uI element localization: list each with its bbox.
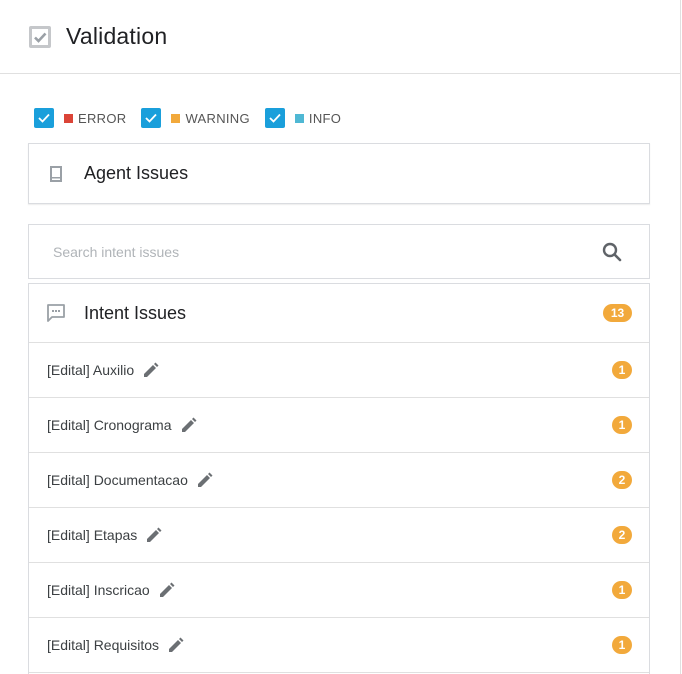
page-title: Validation [66, 23, 168, 49]
intent-name: [Edital] Cronograma [47, 417, 172, 433]
pencil-icon[interactable] [196, 471, 214, 489]
checkbox-icon [29, 25, 51, 48]
intent-issues-header[interactable]: Intent Issues 13 [29, 284, 649, 343]
check-icon [269, 113, 281, 123]
intent-issue-row[interactable]: [Edital] Cronograma 1 [29, 398, 649, 453]
filter-error[interactable]: ERROR [34, 108, 126, 128]
intent-issue-row[interactable]: [Edital] Requisitos 1 [29, 618, 649, 673]
check-icon [145, 113, 158, 123]
pencil-icon[interactable] [145, 526, 163, 544]
intent-name: [Edital] Documentacao [47, 472, 188, 488]
pencil-icon[interactable] [158, 581, 176, 599]
chat-icon [47, 304, 65, 322]
check-icon [38, 113, 50, 123]
warning-color-swatch [171, 113, 181, 123]
pencil-icon[interactable] [142, 361, 160, 379]
issue-count-badge: 2 [612, 526, 632, 544]
intent-name: [Edital] Etapas [47, 527, 138, 543]
pencil-icon[interactable] [180, 416, 198, 434]
intent-issue-row[interactable]: [Edital] Etapas 2 [29, 508, 649, 563]
filter-info[interactable]: INFO [264, 108, 342, 128]
book-icon [50, 165, 62, 182]
panel-divider [680, 0, 681, 674]
pencil-icon[interactable] [167, 636, 185, 654]
info-checkbox[interactable] [264, 108, 285, 128]
intent-name: [Edital] Auxilio [47, 362, 135, 378]
severity-filters: ERROR WARNING INFO [34, 108, 356, 128]
filter-label: ERROR [78, 110, 127, 126]
filter-label: WARNING [185, 110, 250, 126]
error-checkbox[interactable] [34, 108, 54, 128]
validation-page: Validation ERROR WARNING INFO Agent Issu… [0, 0, 682, 674]
page-header: Validation [0, 0, 680, 74]
issue-count-badge: 2 [612, 471, 632, 489]
filter-warning[interactable]: WARNING [141, 108, 250, 128]
intent-issues-title: Intent Issues [84, 302, 187, 323]
intent-name: [Edital] Requisitos [47, 637, 160, 653]
issue-count-badge: 1 [612, 361, 632, 379]
intent-issue-row[interactable]: [Edital] Inscricao 1 [29, 563, 649, 618]
intent-name: [Edital] Inscricao [47, 582, 150, 598]
issue-count-badge: 1 [612, 416, 632, 434]
warning-checkbox[interactable] [141, 108, 162, 128]
filter-label: INFO [308, 110, 342, 126]
info-color-swatch [294, 113, 304, 123]
issue-count-badge: 1 [612, 581, 632, 599]
intent-issues-count-badge: 13 [603, 304, 632, 322]
intent-issue-row[interactable]: [Edital] Auxilio 1 [29, 343, 649, 398]
issue-count-badge: 1 [612, 636, 632, 654]
search-input[interactable] [53, 243, 593, 260]
agent-issues-panel[interactable]: Agent Issues [28, 143, 650, 204]
agent-issues-title: Agent Issues [84, 163, 189, 183]
intent-issue-row[interactable]: [Edital] Documentacao 2 [29, 453, 649, 508]
error-color-swatch [64, 113, 73, 123]
intent-issues-panel: Intent Issues 13 [Edital] Auxilio 1 [Edi… [28, 283, 650, 674]
search-icon[interactable] [601, 241, 623, 263]
search-bar [28, 224, 650, 279]
